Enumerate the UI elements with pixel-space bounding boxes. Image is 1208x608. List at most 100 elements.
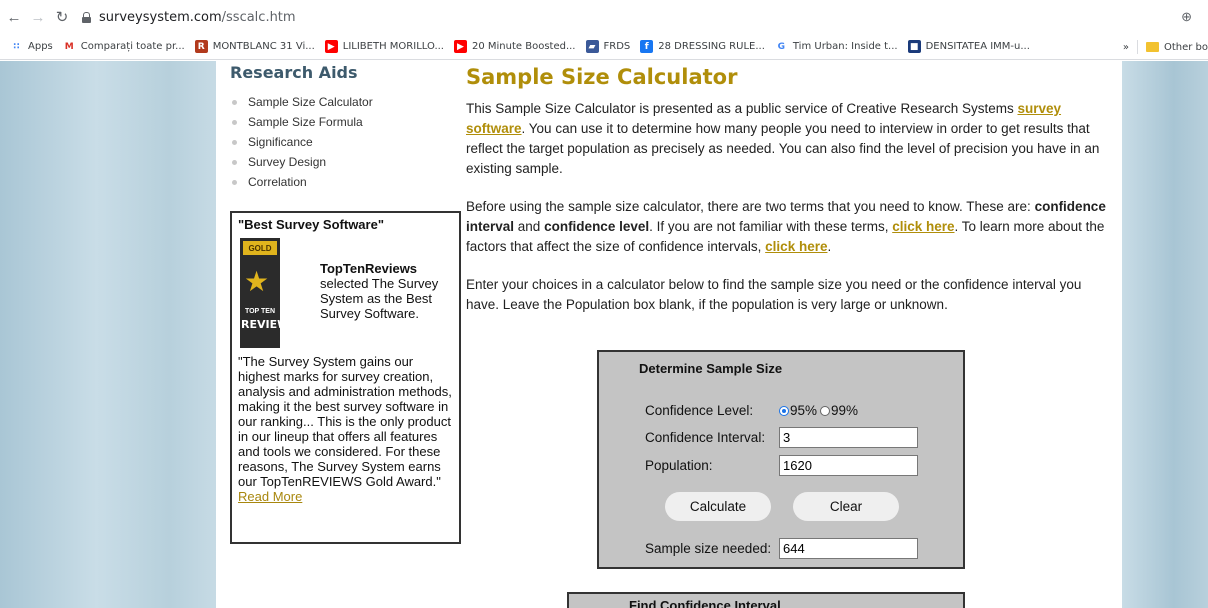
calculator2-title: Find Confidence Interval — [629, 598, 781, 608]
confidence-interval-label: Confidence Interval: — [645, 430, 766, 445]
back-arrow-icon[interactable]: ← — [4, 7, 24, 27]
sidebar-item-label: Significance — [248, 135, 313, 149]
terms-text-b: . If you are not familiar with these ter… — [649, 219, 893, 234]
radio-99-icon[interactable] — [820, 406, 831, 417]
content-area: Research Aids Sample Size Calculator Sam… — [216, 61, 1122, 608]
sidebar-item-sample-size-calculator[interactable]: Sample Size Calculator — [230, 92, 450, 112]
bookmark-item[interactable]: G Tim Urban: Inside t... — [775, 40, 898, 53]
sidebar-item-label: Correlation — [248, 175, 307, 189]
youtube-icon: ▶ — [453, 40, 467, 53]
r-logo-icon: R — [194, 40, 208, 53]
radio-95-label: 95% — [790, 403, 818, 418]
sidebar-item-label: Sample Size Formula — [248, 115, 363, 129]
confidence-interval-calculator: Find Confidence Interval — [567, 592, 965, 608]
bullet-icon — [232, 159, 237, 165]
term-confidence-level: confidence level — [544, 219, 650, 234]
zoom-icon[interactable]: ⊕ — [1181, 9, 1192, 25]
click-here-link-2[interactable]: click here — [765, 239, 827, 254]
sidebar-item-survey-design[interactable]: Survey Design — [230, 152, 450, 172]
terms-and: and — [514, 219, 545, 234]
award-quote-text: "The Survey System gains our highest mar… — [238, 354, 452, 489]
population-label: Population: — [645, 458, 713, 473]
sample-size-output[interactable] — [779, 538, 918, 559]
bullet-icon — [232, 179, 237, 185]
page-right-margin — [1122, 61, 1208, 608]
star-icon: ★ — [244, 266, 270, 297]
bookmark-item[interactable]: ▶ LILIBETH MORILLO... — [324, 40, 444, 53]
sidebar-list: Sample Size Calculator Sample Size Formu… — [230, 92, 450, 192]
folder-icon — [1145, 42, 1159, 52]
bookmark-label: LILIBETH MORILLO... — [342, 41, 444, 52]
bookmark-item[interactable]: ▶ 20 Minute Boosted... — [453, 40, 576, 53]
intro-text: This Sample Size Calculator is presented… — [466, 101, 1018, 116]
badge-gold-label: GOLD — [243, 241, 277, 255]
sidebar-item-correlation[interactable]: Correlation — [230, 172, 450, 192]
bookmark-item[interactable]: ∷ Apps — [10, 40, 53, 53]
award-body: TopTenReviews selected The Survey System… — [320, 261, 460, 321]
bookmarks-bar: ∷ Apps M Comparați toate pr... R MONTBLANC 31… — [0, 34, 1208, 60]
terms-text-d: . — [827, 239, 832, 254]
lock-icon — [82, 11, 91, 23]
url-field[interactable]: surveysystem.com/sscalc.htm — [82, 10, 296, 25]
densitatea-icon: ■ — [907, 40, 921, 53]
confidence-interval-row: Confidence Interval: — [645, 427, 918, 448]
population-input[interactable] — [779, 455, 918, 476]
bookmark-label: MONTBLANC 31 Vi... — [212, 41, 315, 52]
url-host: surveysystem.com — [99, 9, 222, 25]
url-path: /sscalc.htm — [221, 9, 296, 25]
main-content: Sample Size Calculator This Sample Size … — [466, 63, 1106, 315]
bookmark-item[interactable]: ■ DENSITATEA IMM-u... — [907, 40, 1030, 53]
overflow-chevron[interactable]: » — [1123, 42, 1129, 53]
confidence-interval-input[interactable] — [779, 427, 918, 448]
sidebar-item-significance[interactable]: Significance — [230, 132, 450, 152]
award-quote: "The Survey System gains our highest mar… — [238, 354, 453, 504]
bullet-icon — [232, 119, 237, 125]
intro-text-continued: . You can use it to determine how many p… — [466, 121, 1100, 176]
bookmark-item[interactable]: M Comparați toate pr... — [63, 40, 185, 53]
sidebar: Research Aids Sample Size Calculator Sam… — [230, 63, 461, 544]
sidebar-item-sample-size-formula[interactable]: Sample Size Formula — [230, 112, 450, 132]
sample-size-row: Sample size needed: — [645, 538, 918, 559]
radio-99-label: 99% — [831, 403, 859, 418]
apps-grid-icon: ∷ — [13, 41, 20, 52]
google-icon: G — [777, 41, 786, 52]
other-bookmarks[interactable]: Other bo — [1164, 42, 1208, 53]
bookmark-label: DENSITATEA IMM-u... — [925, 41, 1030, 52]
page-background: Research Aids Sample Size Calculator Sam… — [0, 61, 1208, 608]
bookmark-item[interactable]: f 28 DRESSING RULE... — [640, 40, 765, 53]
click-here-link-1[interactable]: click here — [892, 219, 954, 234]
badge-top-label: TOP TEN — [244, 308, 276, 315]
intro-paragraph: This Sample Size Calculator is presented… — [466, 99, 1106, 179]
bookmarks-overflow: » Other bo — [1116, 34, 1208, 59]
terms-text: Before using the sample size calculator,… — [466, 199, 1035, 214]
award-org: TopTenReviews — [320, 261, 418, 276]
facebook-icon: f — [640, 40, 654, 53]
radio-95[interactable]: 95% — [779, 403, 817, 418]
award-badge-logo: GOLD ★ TOP TEN REVIEWS — [240, 238, 298, 348]
radio-99[interactable]: 99% — [820, 403, 858, 418]
radio-95-icon[interactable] — [779, 406, 789, 417]
reload-icon[interactable]: ↻ — [52, 7, 72, 27]
instructions-paragraph: Enter your choices in a calculator below… — [466, 277, 1082, 312]
read-more-link[interactable]: Read More — [238, 489, 302, 504]
population-row: Population: — [645, 455, 918, 476]
calculator-title: Determine Sample Size — [639, 361, 783, 376]
address-bar: ← → ↻ surveysystem.com/sscalc.htm ⊕ — [0, 0, 1208, 34]
sample-size-label: Sample size needed: — [645, 541, 772, 556]
calculate-button[interactable]: Calculate — [665, 492, 771, 521]
clear-button[interactable]: Clear — [793, 492, 899, 521]
award-box: "Best Survey Software" GOLD ★ TOP TEN RE… — [230, 211, 461, 544]
divider — [1136, 40, 1138, 54]
forward-arrow-icon[interactable]: → — [28, 7, 48, 27]
bookmark-label: 20 Minute Boosted... — [471, 41, 576, 52]
bookmark-item[interactable]: ▰ FRDS — [585, 40, 631, 53]
badge-reviews-label: REVIEWS — [241, 318, 298, 331]
award-title: "Best Survey Software" — [238, 217, 384, 232]
sample-size-calculator: Determine Sample Size Confidence Level: … — [597, 350, 965, 569]
bookmark-item[interactable]: R MONTBLANC 31 Vi... — [194, 40, 315, 53]
bookmark-label: Apps — [28, 41, 53, 52]
bookmark-label: FRDS — [603, 41, 631, 52]
terms-paragraph: Before using the sample size calculator,… — [466, 197, 1106, 257]
confidence-level-row: Confidence Level: 95% 99% — [645, 403, 858, 418]
sidebar-heading: Research Aids — [230, 63, 358, 82]
